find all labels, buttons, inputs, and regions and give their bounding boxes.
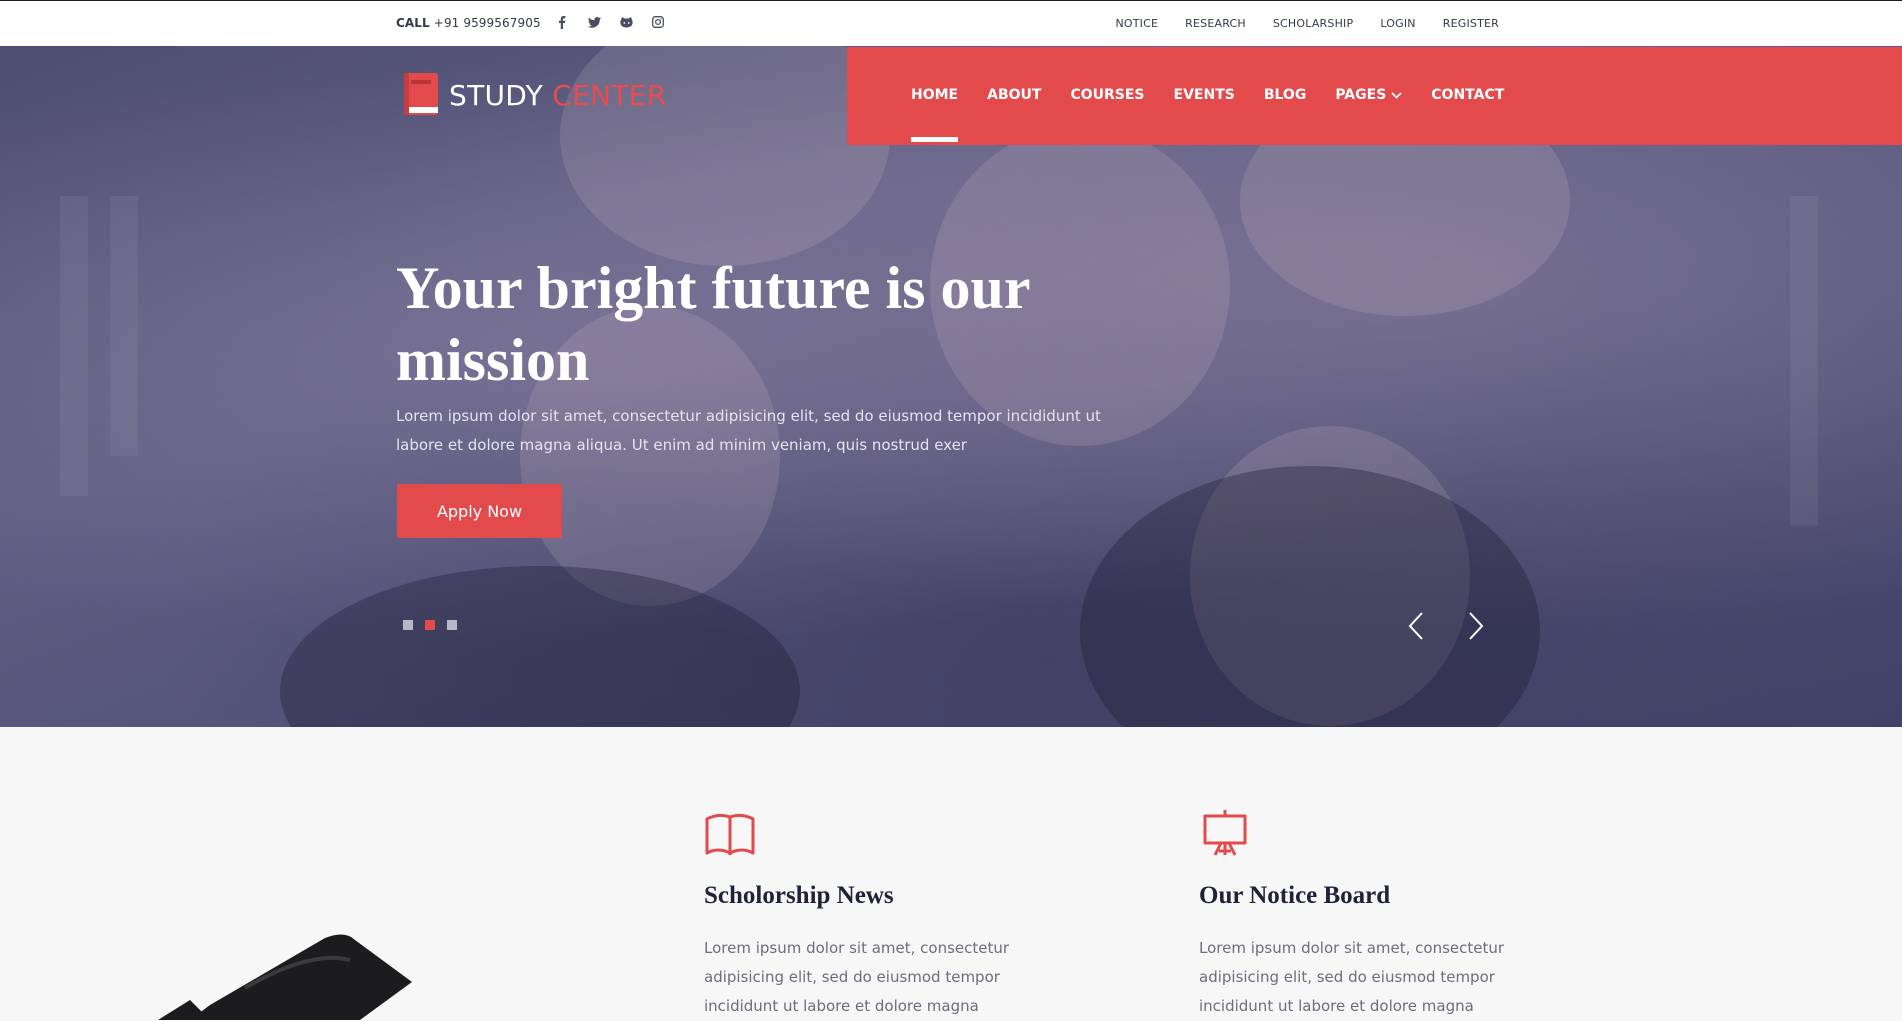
background-decoration [280,566,800,727]
nav-blog[interactable]: BLOG [1264,87,1307,103]
main-navbar: HOME ABOUT COURSES EVENTS BLOG PAGES CON… [847,47,1902,145]
apply-now-button[interactable]: Apply Now [397,484,562,538]
social-links [555,14,665,30]
background-decoration [1790,196,1818,526]
scholarship-link[interactable]: SCHOLARSHIP [1273,17,1353,30]
nav-menu: HOME ABOUT COURSES EVENTS BLOG PAGES CON… [911,87,1504,142]
logo-word-study: STUDY [449,78,544,112]
background-decoration [110,196,138,456]
nav-home[interactable]: HOME [911,87,959,142]
register-link[interactable]: REGISTER [1443,17,1499,30]
hero-title: Your bright future is our mission [396,255,1030,393]
slider-dot[interactable] [447,620,457,630]
graduation-cap-icon [158,934,412,1020]
background-decoration [60,196,88,496]
background-decoration [1080,466,1540,727]
slider-dot[interactable] [403,620,413,630]
call-info: CALL +91 9599567905 [396,16,541,30]
notice-link[interactable]: NOTICE [1115,17,1158,30]
nav-contact[interactable]: CONTACT [1431,87,1504,103]
presentation-board-icon [1203,810,1247,856]
feature-card: Our Notice Board Lorem ipsum dolor sit a… [1199,807,1539,1021]
nav-about[interactable]: ABOUT [987,87,1041,103]
top-bar: CALL +91 9599567905 NOTICE RESEARCH SCHOL… [0,0,1902,46]
prev-slide-arrow[interactable] [1404,611,1428,641]
instagram-icon[interactable] [651,14,665,30]
open-book-icon [705,813,755,855]
site-logo[interactable]: STUDY CENTER [403,73,666,117]
feature-title: Our Notice Board [1199,882,1391,909]
call-label: CALL [396,16,430,30]
github-icon[interactable] [619,14,633,30]
slider-dots [403,620,457,630]
phone-number[interactable]: +91 9599567905 [434,16,541,30]
nav-courses[interactable]: COURSES [1070,87,1144,103]
logo-text: STUDY CENTER [449,79,666,112]
feature-card: Scholorship News Lorem ipsum dolor sit a… [704,807,1044,1021]
chevron-down-icon [1391,91,1402,99]
research-link[interactable]: RESEARCH [1185,17,1246,30]
next-slide-arrow[interactable] [1464,611,1488,641]
twitter-icon[interactable] [587,14,601,30]
login-link[interactable]: LOGIN [1380,17,1415,30]
logo-word-center: CENTER [552,78,667,112]
top-links: NOTICE RESEARCH SCHOLARSHIP LOGIN REGIST… [1115,17,1499,30]
slider-dot-active[interactable] [425,620,435,630]
nav-pages[interactable]: PAGES [1335,87,1402,103]
facebook-icon[interactable] [555,14,569,30]
feature-title: Scholorship News [704,882,894,909]
nav-events[interactable]: EVENTS [1174,87,1235,103]
hero-text: Lorem ipsum dolor sit amet, consectetur … [396,407,1101,454]
book-logo-icon [403,73,438,117]
features-section: Scholorship News Lorem ipsum dolor sit a… [619,727,1902,1015]
